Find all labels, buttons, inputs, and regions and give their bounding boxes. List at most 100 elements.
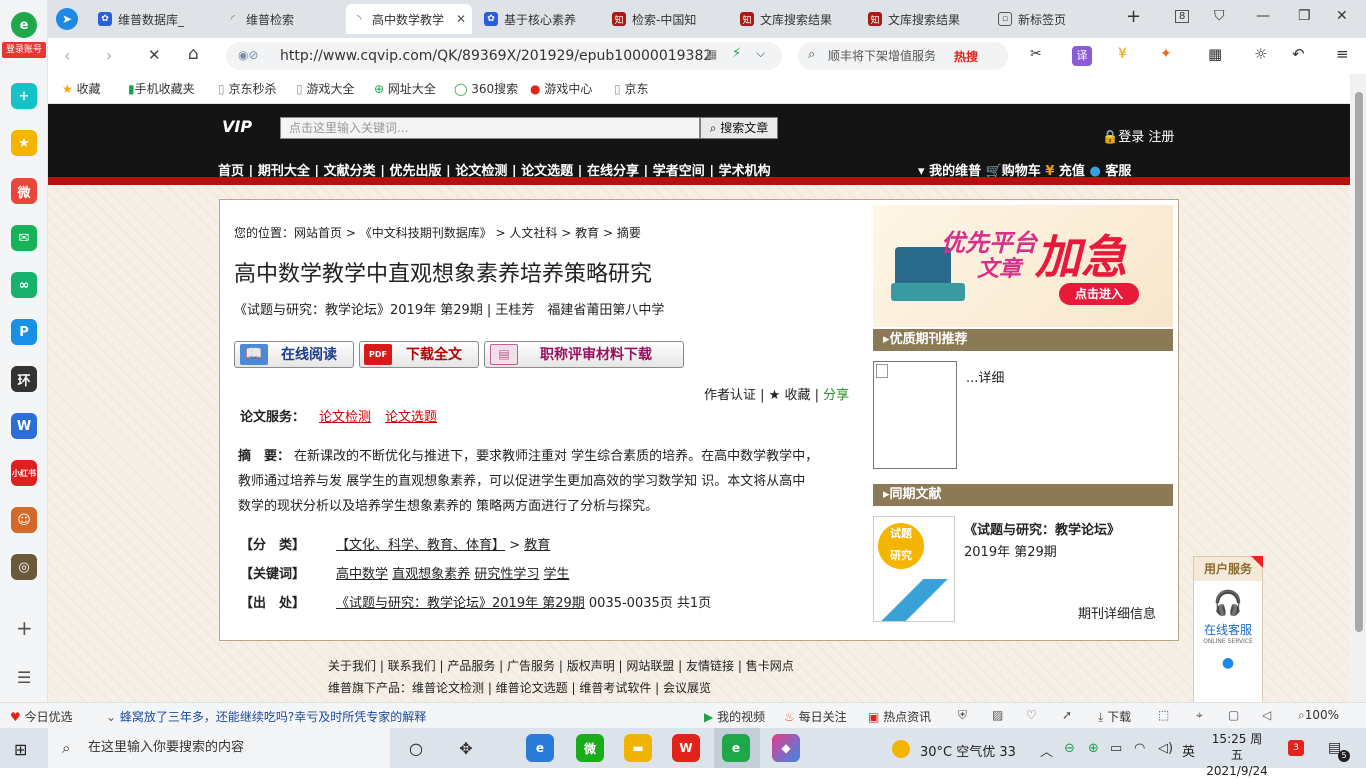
paper-topic-link[interactable]: 论文选题 [385, 406, 437, 425]
scissors-icon[interactable]: ✂ [1030, 46, 1042, 62]
bookmark-game-center[interactable]: ● 游戏中心 [530, 80, 592, 97]
brightness-icon[interactable]: ☼ [1254, 45, 1267, 63]
weather-text[interactable]: 30°C 空气优 33 [920, 741, 1016, 760]
site-info-icon[interactable]: ◉⊘ [238, 48, 259, 62]
author-cert-link[interactable]: 作者认证 [704, 388, 756, 403]
tab-8[interactable]: ▫ 新标签页 [992, 4, 1112, 34]
windows-start-icon[interactable]: ⊞ [14, 740, 27, 759]
plus-app-icon[interactable]: + [11, 83, 37, 109]
game-app-icon[interactable]: 环 [11, 366, 37, 392]
stop-icon[interactable]: ✕ [148, 46, 161, 64]
lightning-icon[interactable]: ⚡ [732, 46, 741, 61]
xiaohongshu-icon[interactable]: 小红书 [11, 460, 37, 486]
breadcrumb-sub[interactable]: 教育 [575, 226, 599, 240]
cursor-icon[interactable]: ⌖ [1196, 708, 1203, 723]
bookmark-games[interactable]: ▯ 游戏大全 [296, 80, 354, 97]
paper-check-link[interactable]: 论文检测 [319, 406, 371, 425]
volume-icon[interactable]: ◁ [1262, 708, 1271, 722]
vip-logo[interactable]: VIP [222, 117, 268, 139]
main-menu-icon[interactable]: ≡ [1336, 45, 1349, 63]
shirt-icon[interactable]: ⛉ [1214, 8, 1225, 24]
tray-plus-icon[interactable]: ⊕ [1088, 741, 1099, 756]
p-app-icon[interactable]: P [11, 319, 37, 345]
online-service-link[interactable]: 在线客服 [1194, 621, 1262, 638]
breadcrumb-cat[interactable]: 人文社科 [509, 226, 557, 240]
wps-icon[interactable]: W [672, 734, 700, 762]
screenshot-icon[interactable]: ⬚ [1158, 708, 1169, 722]
minimize-button[interactable]: — [1256, 8, 1270, 24]
360-browser-taskbar-icon[interactable]: e [722, 734, 750, 762]
tab-7[interactable]: 知文库搜索结果 [862, 4, 986, 34]
menu-icon[interactable]: ☰ [17, 668, 31, 687]
today-picks[interactable]: ♥ 今日优选 [10, 708, 73, 725]
taskbar-search[interactable]: 在这里输入你要搜索的内容 [48, 728, 390, 768]
journal-name[interactable]: 《试题与研究：教学论坛》 [964, 519, 1120, 538]
favorite-link[interactable]: 收藏 [784, 388, 810, 403]
class-sub-link[interactable]: 教育 [524, 538, 550, 553]
tab-count-button[interactable]: 8 [1175, 10, 1190, 23]
coupon-icon[interactable]: ¥ [1118, 46, 1127, 62]
window-icon[interactable]: ▢ [1228, 708, 1239, 722]
breadcrumb-home[interactable]: 您的位置：网站首页 [234, 226, 342, 240]
bookmark-360[interactable]: ◯ 360搜索 [454, 80, 518, 97]
rocket-icon[interactable]: ➚ [1062, 708, 1072, 722]
qq-icon[interactable]: ● [1194, 655, 1262, 671]
daily-focus[interactable]: ♨ 每日关注 [784, 708, 847, 725]
journal-cover[interactable]: 试题 研究 [873, 516, 955, 622]
bookmark-url-list[interactable]: ⊕ 网址大全 [374, 80, 436, 97]
wifi-icon[interactable]: ◠ [1134, 741, 1145, 756]
dropdown-icon[interactable]: ⌵ [756, 46, 765, 61]
site-search-input[interactable]: 点击这里输入关键词... [280, 117, 700, 139]
bookmark-favorites[interactable]: ★ 收藏 [62, 80, 101, 97]
scrollbar-thumb[interactable] [1355, 92, 1363, 632]
word-app-icon[interactable]: W [11, 413, 37, 439]
class-link[interactable]: 【文化、科学、教育、体育】 [336, 538, 505, 553]
weibo-icon[interactable]: 微 [11, 178, 37, 204]
register-link[interactable]: 注册 [1148, 130, 1174, 145]
undo-icon[interactable]: ↶ [1292, 45, 1305, 63]
keyword-link[interactable]: 学生 [543, 567, 569, 582]
qr-icon[interactable]: ▦ [706, 47, 717, 61]
keyword-link[interactable]: 直观想象素养 [392, 567, 470, 582]
link-app-icon[interactable]: ∞ [11, 272, 37, 298]
game-icon[interactable]: ✦ [1160, 46, 1172, 62]
tab-1[interactable]: ✿ 维普数据库_ [92, 4, 216, 34]
bookmark-jd-seckill[interactable]: ▯ 京东秒杀 [218, 80, 276, 97]
tray-360-icon[interactable]: ⊖ [1064, 741, 1075, 756]
ime-indicator[interactable]: 英 [1182, 741, 1195, 760]
restore-button[interactable]: ❐ [1298, 8, 1311, 24]
tab-4[interactable]: ✿ 基于核心素养 [478, 4, 602, 34]
journal-info-link[interactable]: 期刊详细信息 [1078, 603, 1156, 622]
bookmark-mobile[interactable]: ▮手机收藏夹 [128, 80, 195, 97]
drop-app-icon[interactable]: ◆ [772, 734, 800, 762]
pinwheel-icon[interactable]: ✥ [452, 734, 480, 762]
battery-icon[interactable]: ▭ [1110, 741, 1122, 756]
home-icon[interactable]: ⌂ [188, 44, 199, 64]
close-tab-icon[interactable]: ✕ [456, 12, 466, 26]
pubg-icon[interactable]: ◎ [11, 554, 37, 580]
task-view-icon[interactable]: ○ [402, 734, 430, 762]
navigate-icon[interactable]: ➤ [56, 8, 78, 30]
translate-button[interactable]: 译 [1072, 46, 1092, 66]
image-icon[interactable]: ▨ [992, 708, 1003, 722]
shield-icon[interactable]: ⛨ [958, 708, 967, 723]
footer-links[interactable]: 关于我们 | 联系我们 | 产品服务 | 广告服务 | 版权声明 | 网站联盟 … [328, 655, 794, 677]
wechat-icon[interactable]: 微 [576, 734, 604, 762]
share-link[interactable]: 分享 [823, 388, 849, 403]
source-link[interactable]: 《试题与研究：教学论坛》2019年 第29期 [336, 596, 585, 611]
login-account-button[interactable]: 登录账号 [2, 42, 46, 58]
notification-badge[interactable]: 3 [1288, 740, 1304, 756]
url-input[interactable]: http://www.cqvip.com/QK/89369X/201929/ep… [226, 42, 782, 70]
hot-news[interactable]: ▣ 热点资讯 [868, 708, 931, 725]
keyword-link[interactable]: 研究性学习 [474, 567, 539, 582]
new-tab-button[interactable]: + [1126, 6, 1141, 27]
tray-expand-icon[interactable]: ︿ [1040, 741, 1053, 760]
enter-button[interactable]: 点击进入 [1059, 283, 1139, 305]
news-ticker[interactable]: ⌄ 蜂窝放了三年多，还能继续吃吗?幸亏及时所凭专家的解释 [106, 708, 426, 725]
breadcrumb-db[interactable]: 《中文科技期刊数据库》 [360, 226, 492, 240]
tab-5[interactable]: 知检索-中国知 [606, 4, 730, 34]
game-character-icon[interactable]: ☺ [11, 507, 37, 533]
file-explorer-icon[interactable]: ▬ [624, 734, 652, 762]
apps-grid-icon[interactable]: ▦ [1208, 45, 1222, 63]
hot-search-badge[interactable]: 热搜 [954, 48, 978, 65]
